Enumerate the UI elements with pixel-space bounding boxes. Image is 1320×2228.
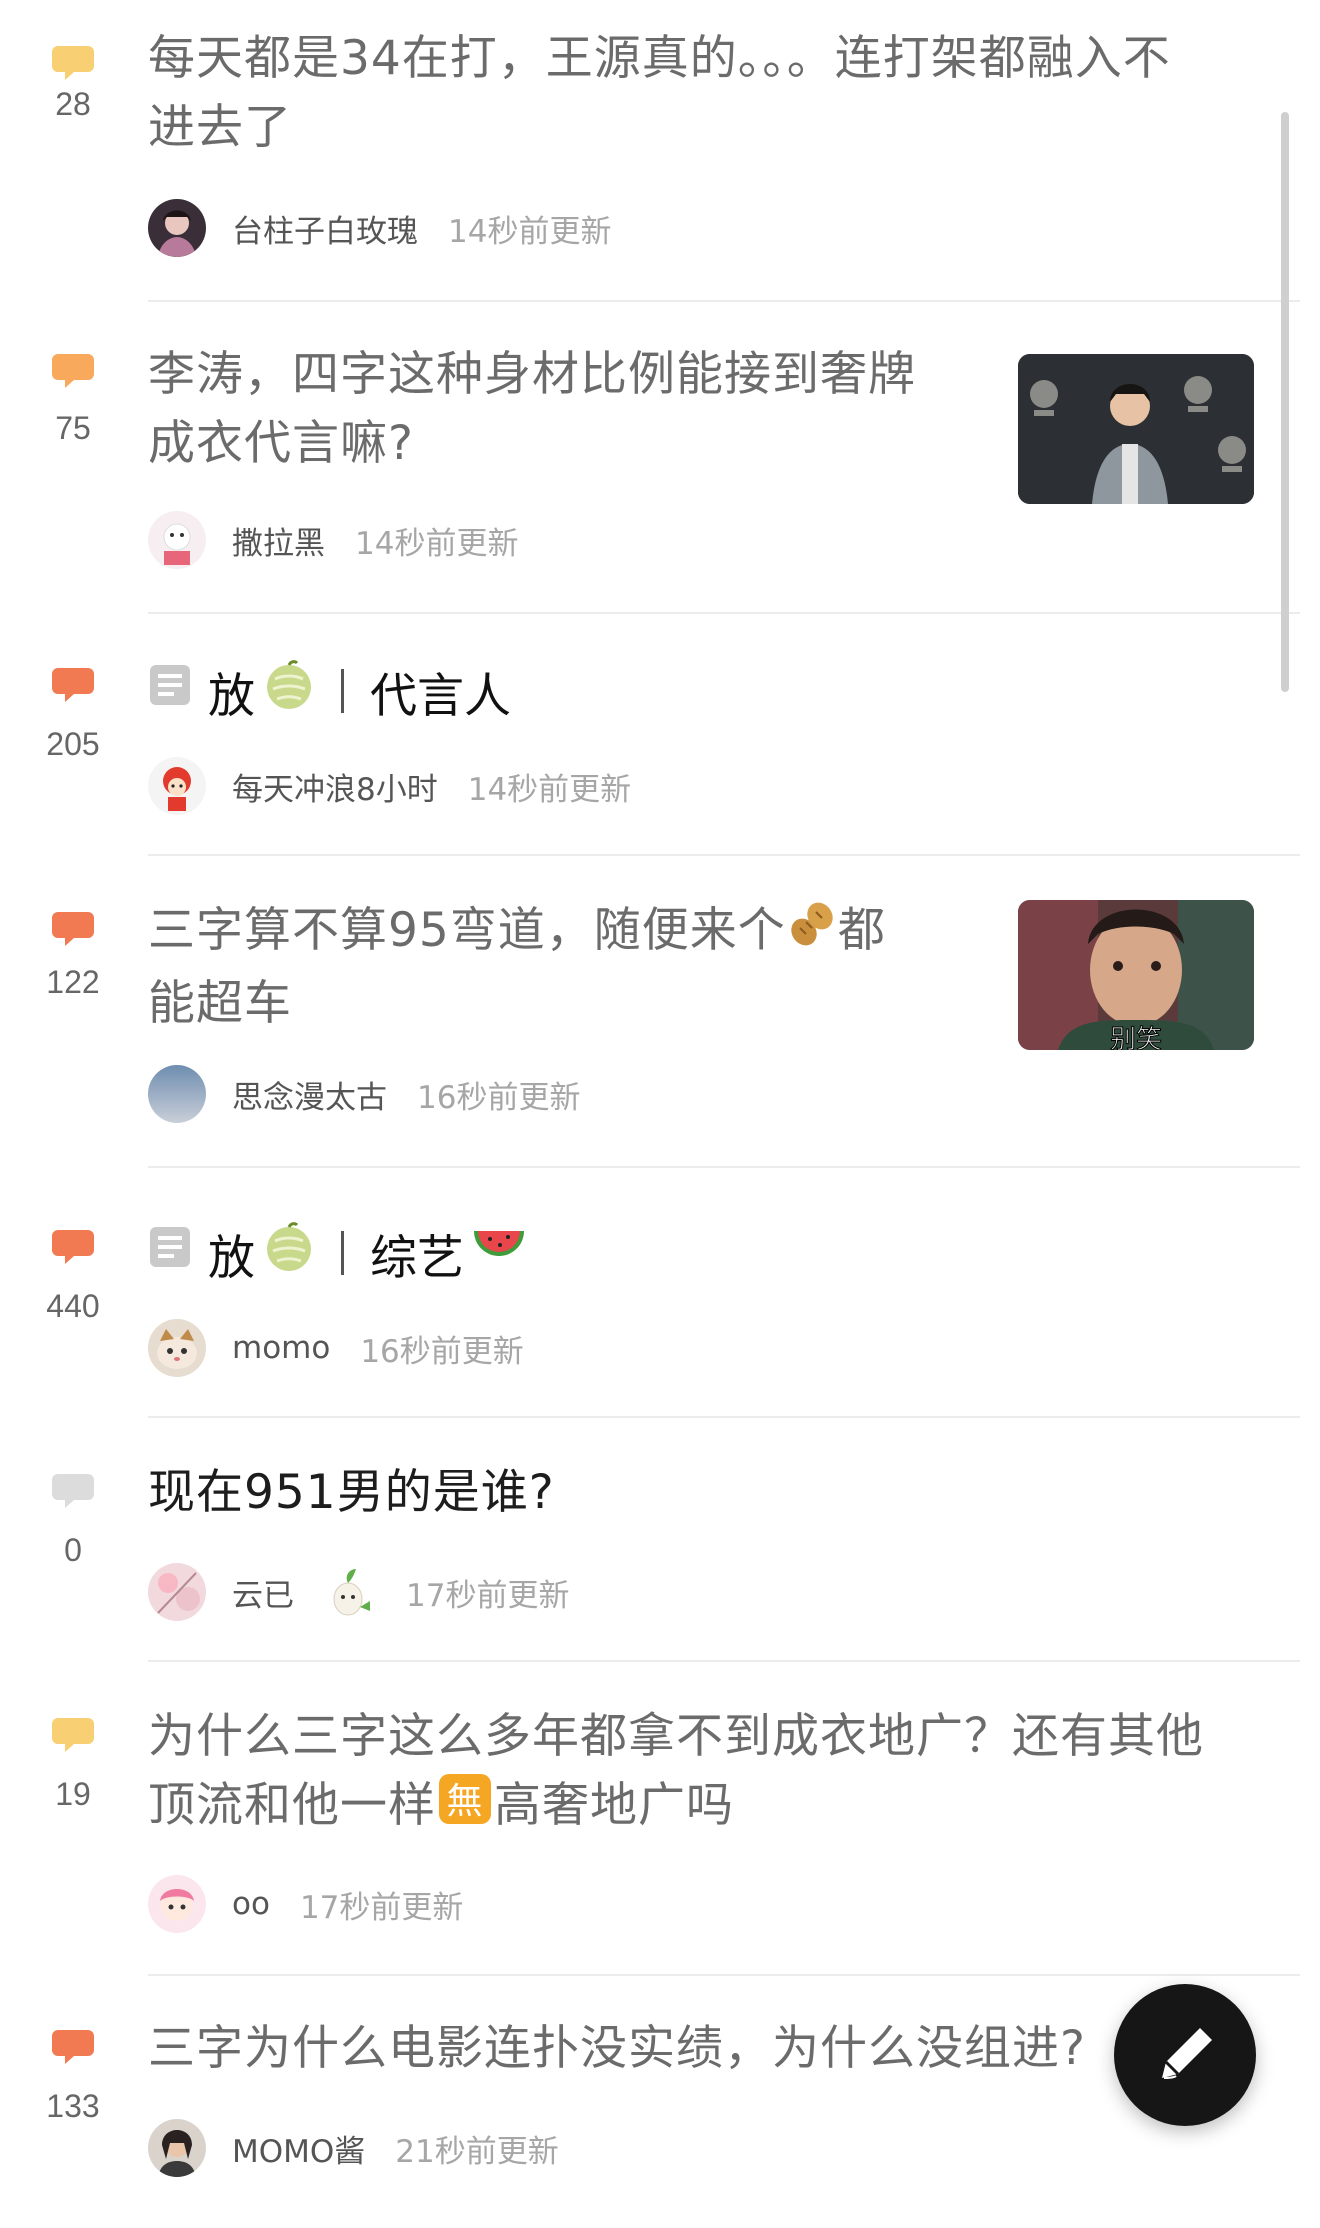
avatar[interactable] xyxy=(148,1875,206,1933)
melon-emoji-icon xyxy=(255,1221,315,1285)
update-time: 16秒前更新 xyxy=(360,1333,524,1370)
post-meta: 云已 17秒前更新 xyxy=(148,1562,569,1622)
tag-label[interactable]: 代言人 xyxy=(370,657,511,726)
divider xyxy=(148,300,1300,302)
divider xyxy=(148,854,1300,856)
post-title: 放 代言人 xyxy=(148,656,511,726)
update-time: 16秒前更新 xyxy=(417,1079,581,1116)
divider xyxy=(148,612,1300,614)
author-name[interactable]: MOMO酱 xyxy=(232,2126,365,2171)
comment-bubble-icon xyxy=(52,2030,94,2064)
svg-text:無: 無 xyxy=(446,1781,483,1822)
author-name[interactable]: 云已 xyxy=(232,1570,294,1615)
peanut-emoji-icon xyxy=(786,898,838,969)
divider xyxy=(148,1660,1300,1662)
avatar[interactable] xyxy=(148,199,206,257)
tag-label[interactable]: 综艺 xyxy=(370,1219,464,1288)
comment-bubble-icon xyxy=(52,668,94,702)
post-title: 放 综艺 xyxy=(148,1218,528,1288)
post-title: 三字算不算95弯道，随便来个都 能超车 xyxy=(148,896,1008,1038)
post-meta: MOMO酱 21秒前更新 xyxy=(148,2118,559,2178)
update-time: 17秒前更新 xyxy=(406,1577,570,1614)
author-name[interactable]: 思念漫太古 xyxy=(232,1072,387,1117)
post-thumbnail[interactable]: 别笑 xyxy=(1018,900,1254,1050)
avatar[interactable] xyxy=(148,511,206,569)
divider xyxy=(148,1416,1300,1418)
comment-bubble-icon xyxy=(52,1230,94,1264)
melon-emoji-icon xyxy=(255,659,315,723)
watermelon-emoji-icon xyxy=(470,1221,528,1285)
update-time: 21秒前更新 xyxy=(395,2133,559,2170)
post-meta: momo 16秒前更新 xyxy=(148,1318,524,1378)
comment-count: 122 xyxy=(46,964,100,1000)
avatar[interactable] xyxy=(148,1319,206,1377)
comment-bubble-icon xyxy=(52,1474,94,1508)
sprout-character-badge-icon xyxy=(324,1563,376,1621)
separator xyxy=(341,669,344,713)
comment-count: 133 xyxy=(46,2088,100,2124)
post-meta: 每天冲浪8小时 14秒前更新 xyxy=(148,756,631,816)
tag-prefix: 放 xyxy=(208,668,255,724)
comment-bubble-icon xyxy=(52,46,94,80)
comment-count: 440 xyxy=(46,1288,100,1324)
new-post-button[interactable] xyxy=(1114,1984,1256,2126)
tag-prefix: 放 xyxy=(208,1230,255,1286)
document-icon xyxy=(148,663,208,719)
comment-bubble-icon xyxy=(52,912,94,946)
post-title: 为什么三字这么多年都拿不到成衣地广？还有其他 顶流和他一样無高奢地广吗 xyxy=(148,1702,1268,1846)
post-thumbnail[interactable] xyxy=(1018,354,1254,504)
post-title: 现在951男的是谁? xyxy=(148,1465,555,1520)
comment-count: 0 xyxy=(64,1532,82,1568)
author-name[interactable]: 撒拉黑 xyxy=(232,518,325,563)
update-time: 14秒前更新 xyxy=(355,525,519,562)
avatar[interactable] xyxy=(148,757,206,815)
comment-bubble-icon xyxy=(52,354,94,388)
comment-count: 28 xyxy=(55,86,91,122)
avatar[interactable] xyxy=(148,2119,206,2177)
comment-bubble-icon xyxy=(52,1718,94,1752)
post-title: 三字为什么电影连扑没实绩，为什么没组进? xyxy=(148,2021,1086,2076)
update-time: 14秒前更新 xyxy=(467,771,632,808)
post-meta: 思念漫太古 16秒前更新 xyxy=(148,1064,580,1124)
update-time: 17秒前更新 xyxy=(299,1889,464,1926)
divider xyxy=(148,1974,1300,1976)
author-name[interactable]: momo xyxy=(232,1330,330,1366)
post-meta: 台柱子白玫瑰 14秒前更新 xyxy=(148,198,611,258)
post-title: 每天都是34在打，王源真的。。。连打架都融入不 进去了 xyxy=(148,31,1171,155)
document-icon xyxy=(148,1225,208,1281)
wu-badge-emoji-icon: 無 xyxy=(436,1771,494,1846)
divider xyxy=(148,1166,1300,1168)
author-name[interactable]: oo xyxy=(232,1886,270,1922)
author-name[interactable]: 每天冲浪8小时 xyxy=(232,764,438,809)
comment-count: 205 xyxy=(46,726,100,762)
update-time: 14秒前更新 xyxy=(448,213,612,250)
separator xyxy=(341,1231,344,1275)
post-title: 李涛，四字这种身材比例能接到奢牌 成衣代言嘛? xyxy=(148,347,916,471)
thumbnail-caption: 别笑 xyxy=(1110,1025,1162,1050)
avatar[interactable] xyxy=(148,1563,206,1621)
avatar[interactable] xyxy=(148,1065,206,1123)
comment-count: 19 xyxy=(55,1776,91,1812)
post-meta: oo 17秒前更新 xyxy=(148,1874,463,1934)
author-name[interactable]: 台柱子白玫瑰 xyxy=(232,206,418,251)
post-meta: 撒拉黑 14秒前更新 xyxy=(148,510,518,570)
comment-count: 75 xyxy=(55,410,91,446)
scrollbar[interactable] xyxy=(1281,112,1289,692)
pencil-icon xyxy=(1162,2028,1212,2079)
